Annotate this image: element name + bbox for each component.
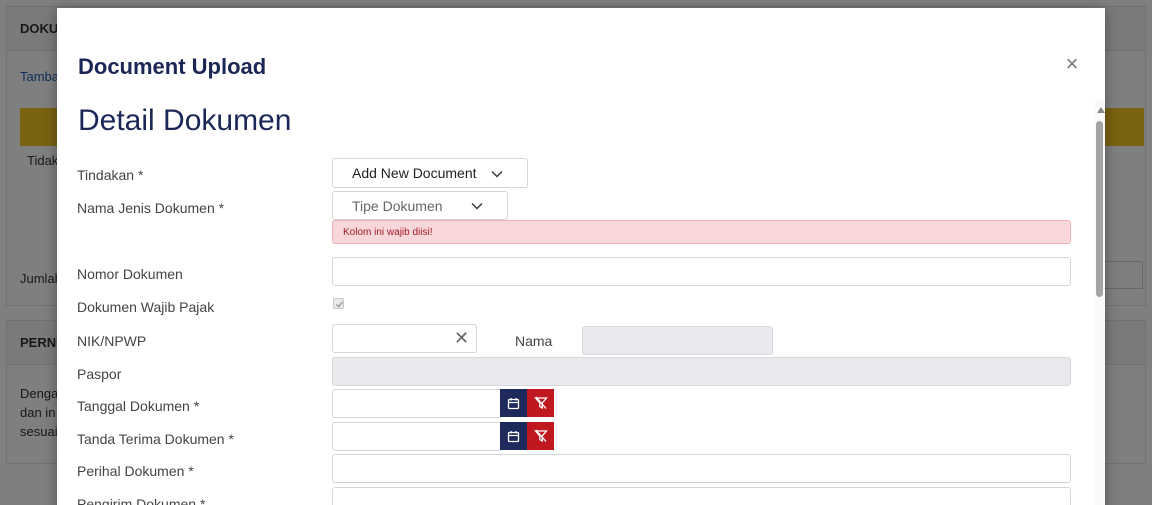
close-icon[interactable]: ×: [1062, 53, 1082, 75]
scrollbar-thumb[interactable]: [1096, 121, 1103, 297]
perihal-dokumen-input[interactable]: [332, 454, 1071, 483]
tindakan-label: Tindakan *: [77, 167, 144, 183]
tindakan-value: Add New Document: [352, 165, 477, 181]
wajib-pajak-checkbox[interactable]: [333, 298, 344, 309]
chevron-down-icon: [491, 171, 503, 178]
nik-npwp-label: NIK/NPWP: [77, 333, 147, 349]
pengirim-dokumen-input[interactable]: [332, 487, 1071, 505]
wajib-pajak-label: Dokumen Wajib Pajak: [77, 299, 215, 315]
nomor-dokumen-input[interactable]: [332, 257, 1071, 286]
document-upload-modal: Document Upload × Detail Dokumen Tindaka…: [57, 8, 1105, 505]
jenis-dokumen-error: Kolom ini wajib diisi!: [332, 220, 1071, 244]
jenis-dokumen-label: Nama Jenis Dokumen *: [77, 200, 225, 216]
checkmark-icon: [336, 301, 344, 308]
section-title: Detail Dokumen: [78, 104, 292, 137]
perihal-dokumen-label: Perihal Dokumen *: [77, 463, 194, 479]
paspor-label: Paspor: [77, 366, 122, 382]
nama-input: [582, 326, 773, 355]
tanggal-dokumen-input[interactable]: [332, 389, 501, 418]
chevron-down-icon: [471, 203, 483, 210]
jenis-dokumen-select[interactable]: Tipe Dokumen: [332, 191, 508, 220]
tanggal-calendar-button[interactable]: [500, 389, 527, 417]
tanda-terima-label: Tanda Terima Dokumen *: [77, 431, 234, 447]
tanda-terima-calendar-button[interactable]: [500, 422, 527, 450]
nik-npwp-input[interactable]: ✕: [332, 324, 477, 353]
tanda-terima-clear-button[interactable]: [527, 422, 554, 450]
calendar-icon: [507, 430, 520, 442]
tanda-terima-input[interactable]: [332, 422, 501, 451]
paspor-input: [332, 357, 1071, 386]
nomor-dokumen-label: Nomor Dokumen: [77, 266, 183, 282]
tanggal-dokumen-label: Tanggal Dokumen *: [77, 398, 200, 414]
modal-title: Document Upload: [78, 54, 267, 79]
filter-clear-icon: [533, 429, 548, 443]
tanggal-clear-button[interactable]: [527, 389, 554, 417]
jenis-dokumen-placeholder: Tipe Dokumen: [352, 198, 443, 214]
filter-clear-icon: [533, 396, 548, 410]
tindakan-select[interactable]: Add New Document: [332, 158, 528, 188]
scroll-up-arrow-icon[interactable]: [1097, 107, 1105, 113]
nama-label: Nama: [515, 333, 553, 349]
calendar-icon: [507, 397, 520, 409]
clear-icon[interactable]: ✕: [454, 329, 469, 347]
pengirim-dokumen-label: Pengirim Dokumen *: [77, 496, 206, 505]
